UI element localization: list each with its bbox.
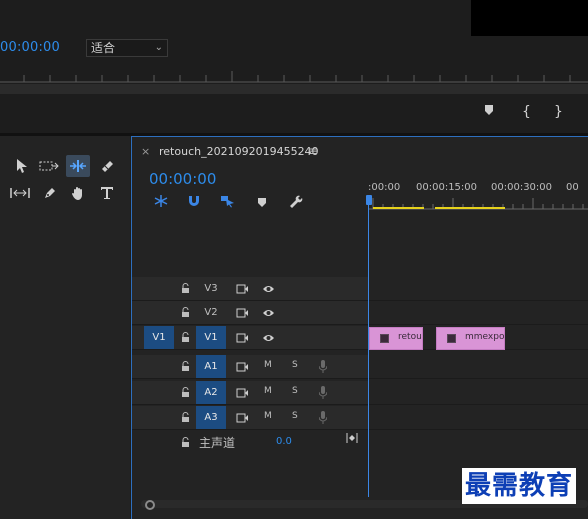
track-v3: V3	[132, 277, 588, 301]
linked-selection-icon[interactable]	[220, 193, 236, 208]
program-preview	[471, 0, 588, 36]
track-lane[interactable]	[369, 301, 588, 324]
slip-tool-icon[interactable]	[8, 182, 32, 204]
sync-lock-icon[interactable]	[236, 362, 248, 372]
pen-tool-icon[interactable]	[38, 182, 62, 204]
program-zoom-bar[interactable]	[0, 84, 588, 94]
lock-icon[interactable]	[181, 332, 190, 343]
mark-out-icon[interactable]: }	[554, 104, 563, 120]
source-patch-v1[interactable]: V1	[144, 326, 174, 349]
ripple-edit-tool-icon[interactable]	[66, 155, 90, 177]
track-header: A1 M S	[132, 355, 368, 378]
track-header: V3	[132, 277, 368, 300]
sync-lock-icon[interactable]	[236, 413, 248, 423]
mark-in-icon[interactable]: {	[522, 104, 531, 120]
lock-icon[interactable]	[181, 387, 190, 398]
track-lane[interactable]	[369, 355, 588, 378]
master-volume-value[interactable]: 0.0	[276, 436, 292, 447]
track-header: V1 V1	[132, 326, 368, 349]
lock-icon[interactable]	[181, 283, 190, 294]
track-name[interactable]: V1	[196, 326, 226, 349]
lock-icon[interactable]	[181, 307, 190, 318]
fx-badge-icon	[380, 334, 389, 343]
track-a3: A3 M S	[132, 406, 588, 430]
fx-badge-icon	[447, 334, 456, 343]
mute-button[interactable]: M	[264, 386, 272, 396]
sequence-timecode[interactable]: 00:00:00	[149, 170, 216, 188]
track-header: A3 M S	[132, 406, 368, 429]
lock-icon[interactable]	[181, 412, 190, 423]
panel-menu-icon[interactable]: ≡	[308, 144, 318, 158]
playhead-handle[interactable]	[366, 195, 372, 205]
marker-icon[interactable]	[484, 104, 494, 120]
track-name[interactable]: A1	[196, 355, 226, 378]
sync-lock-icon[interactable]	[236, 333, 248, 343]
sync-lock-icon[interactable]	[236, 284, 248, 294]
track-name[interactable]: A3	[196, 406, 226, 429]
track-lane[interactable]	[369, 406, 588, 429]
work-area-bar[interactable]	[373, 207, 424, 209]
close-icon[interactable]: ×	[141, 145, 150, 158]
add-marker-icon[interactable]	[257, 193, 273, 207]
fit-select[interactable]: 适合 ⌄	[86, 39, 168, 57]
solo-button[interactable]: S	[292, 386, 298, 396]
playhead[interactable]	[368, 196, 369, 497]
program-timecode[interactable]: 00:00:00	[0, 40, 60, 55]
nest-sequence-icon[interactable]	[153, 193, 169, 207]
video-clip[interactable]: mmexpo	[436, 327, 505, 350]
scrollbar-handle[interactable]	[145, 500, 155, 510]
ruler-label: :00:00	[368, 182, 401, 193]
sequence-tab[interactable]: retouch_2021092019455240	[159, 145, 319, 158]
work-area-bar[interactable]	[435, 207, 505, 209]
track-name[interactable]: A2	[196, 381, 226, 404]
track-lane[interactable]	[369, 277, 588, 300]
track-v2: V2	[132, 301, 588, 325]
mute-button[interactable]: M	[264, 360, 272, 370]
track-a1: A1 M S	[132, 355, 588, 379]
mic-icon[interactable]	[319, 386, 327, 399]
master-track-label: 主声道	[199, 436, 236, 450]
razor-tool-icon[interactable]	[95, 155, 119, 177]
wrench-icon[interactable]	[288, 193, 304, 208]
lock-icon[interactable]	[181, 361, 190, 372]
sync-lock-icon[interactable]	[236, 308, 248, 318]
track-lane[interactable]	[369, 381, 588, 404]
sync-lock-icon[interactable]	[236, 388, 248, 398]
mute-button[interactable]: M	[264, 411, 272, 421]
master-go-to-end-icon[interactable]	[346, 433, 358, 446]
track-select-tool-icon[interactable]	[37, 155, 61, 177]
track-header: V2	[132, 301, 368, 324]
ruler-label: 00	[566, 182, 579, 193]
video-clip[interactable]: retou	[369, 327, 423, 350]
ruler-label: 00:00:30:00	[491, 182, 553, 193]
solo-button[interactable]: S	[292, 411, 298, 421]
snap-icon[interactable]	[187, 193, 203, 207]
program-mini-ruler[interactable]	[0, 69, 588, 83]
eye-icon[interactable]	[262, 333, 275, 343]
type-tool-icon[interactable]	[95, 182, 119, 204]
eye-icon[interactable]	[262, 284, 275, 294]
clip-label: retou	[398, 332, 422, 342]
selection-tool-icon[interactable]	[10, 155, 34, 177]
eye-icon[interactable]	[262, 308, 275, 318]
hand-tool-icon[interactable]	[66, 182, 90, 204]
mic-icon[interactable]	[319, 411, 327, 424]
lock-icon[interactable]	[181, 437, 190, 448]
track-header: A2 M S	[132, 381, 368, 404]
track-v1: V1 V1	[132, 326, 588, 350]
mic-icon[interactable]	[319, 360, 327, 373]
track-name[interactable]: V2	[196, 301, 226, 324]
ruler-label: 00:00:15:00	[416, 182, 478, 193]
track-name[interactable]: V3	[196, 277, 226, 300]
track-a2: A2 M S	[132, 381, 588, 405]
fit-select-value: 适合	[91, 41, 116, 55]
watermark: 最需教育	[462, 468, 577, 504]
solo-button[interactable]: S	[292, 360, 298, 370]
clip-label: mmexpo	[465, 332, 505, 342]
chevron-down-icon: ⌄	[154, 42, 163, 53]
